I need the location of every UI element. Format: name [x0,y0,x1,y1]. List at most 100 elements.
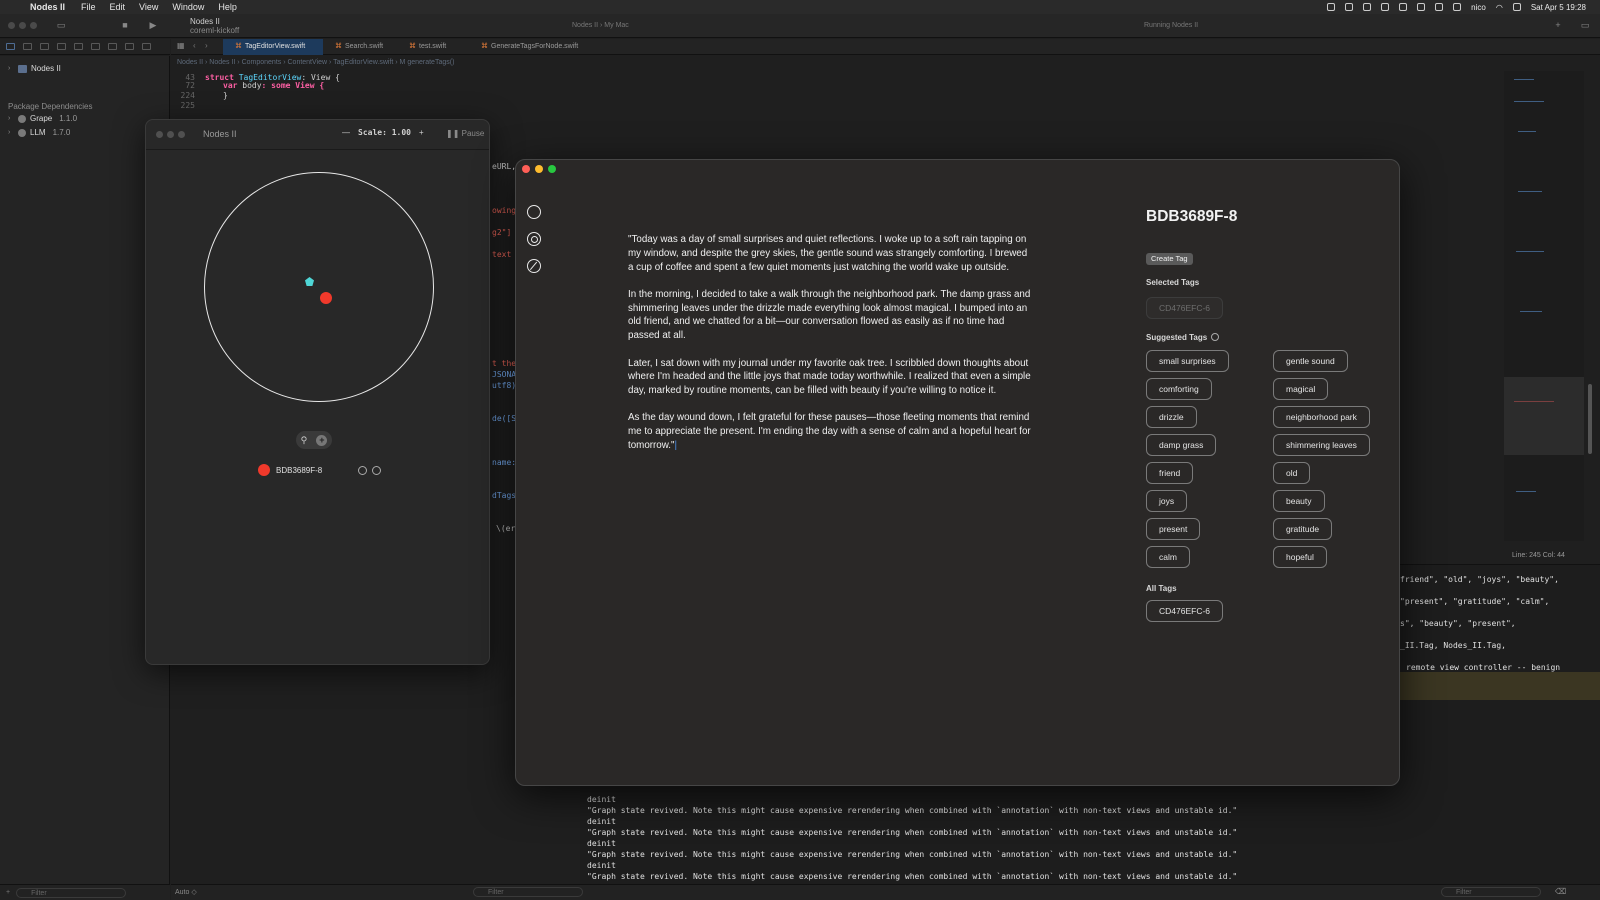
suggested-tag-chip[interactable]: present [1146,518,1201,540]
zoom-button[interactable] [178,131,185,138]
all-tag-chip[interactable]: CD476EFC-6 [1146,600,1224,622]
chevron-right-icon[interactable]: › [8,65,14,72]
suggested-tag-chip[interactable]: beauty [1273,490,1325,512]
chevron-right-icon[interactable]: › [8,129,14,136]
source-control-icon[interactable] [23,43,32,50]
zoom-in-button[interactable]: + [419,128,424,137]
menu-help[interactable]: Help [218,2,237,12]
menu-edit[interactable]: Edit [110,2,126,12]
suggested-tag-chip[interactable]: magical [1273,378,1329,400]
stop-icon[interactable]: ■ [120,20,130,30]
graph-boundary-circle[interactable] [204,172,434,402]
tab-test[interactable]: ⌘ test.swift [397,39,461,55]
zoom-button[interactable] [30,22,37,29]
report-icon[interactable] [142,43,151,50]
close-button[interactable] [8,22,15,29]
close-button[interactable] [522,165,530,173]
tab-generatetags[interactable]: ⌘ GenerateTagsForNode.swift [469,39,599,55]
suggested-tag-chip[interactable]: joys [1146,490,1188,512]
control-center-icon[interactable] [1512,3,1521,11]
circle-icon[interactable] [527,205,541,219]
run-destination[interactable]: Nodes II › My Mac [572,22,629,29]
wifi-icon[interactable]: ◠ [1496,3,1503,12]
user-name[interactable]: nico [1471,3,1486,12]
sidebar-toggle-icon[interactable]: ▭ [56,20,66,30]
create-tag-button[interactable]: Create Tag [1146,253,1193,265]
suggested-tag-chip[interactable]: calm [1146,546,1190,568]
suggested-tag-chip[interactable]: hopeful [1273,546,1327,568]
run-icon[interactable]: ▶ [148,20,158,30]
editor-scrollbar[interactable] [1588,384,1592,454]
navigator-filter-input[interactable]: Filter [16,887,127,898]
minimap-viewport[interactable] [1504,377,1584,455]
suggested-tag-chip[interactable]: neighborhood park [1273,406,1370,428]
tab-search[interactable]: ⌘ Search.swift [323,39,397,55]
menu-view[interactable]: View [139,2,158,12]
test-icon[interactable] [91,43,100,50]
minimap[interactable] [1504,71,1584,541]
menubar-clock[interactable]: Sat Apr 5 19:28 [1531,3,1586,12]
issue-icon[interactable] [74,43,83,50]
package-row-llm[interactable]: › LLM 1.7.0 [8,128,70,137]
target-icon[interactable] [527,232,541,246]
pause-button[interactable]: ❚❚ Pause [446,129,484,138]
search-icon[interactable]: ⚲ [301,435,308,446]
chevron-right-icon[interactable]: › [8,115,14,122]
close-button[interactable] [156,131,163,138]
info-icon[interactable] [1211,333,1220,341]
back-icon[interactable]: ‹ [193,41,196,50]
target-icon[interactable] [358,465,368,475]
inspector-toggle-icon[interactable]: ▭ [1580,20,1590,30]
status-icon-4[interactable] [1399,3,1408,11]
breakpoint-icon[interactable] [125,43,134,50]
minus-circle-icon[interactable] [372,465,382,475]
find-icon[interactable] [57,43,66,50]
minimize-button[interactable] [19,22,26,29]
debug-icon[interactable] [108,43,117,50]
zoom-out-button[interactable]: — [342,128,350,137]
suggested-tag-chip[interactable]: comforting [1146,378,1212,400]
suggested-tag-chip[interactable]: shimmering leaves [1273,434,1370,456]
scheme-selector[interactable]: Nodes II coreml-kickoff [190,17,239,35]
slash-circle-icon[interactable] [527,259,541,273]
display-icon[interactable] [1363,3,1372,11]
suggested-tag-chip[interactable]: old [1273,462,1311,484]
play-icon[interactable] [1435,3,1444,11]
suggested-tag-chip[interactable]: gratitude [1273,518,1333,540]
zoom-button[interactable] [548,165,556,173]
forward-icon[interactable]: › [205,41,208,50]
suggested-tag-chip[interactable]: damp grass [1146,434,1217,456]
selected-tag-chip[interactable]: CD476EFC-6 [1146,297,1224,319]
journal-text-editor[interactable]: "Today was a day of small surprises and … [628,233,1033,466]
console-filter-input[interactable]: Filter [1441,887,1541,897]
suggested-tag-chip[interactable]: friend [1146,462,1194,484]
suggested-tag-chip[interactable]: gentle sound [1273,350,1348,372]
status-icon-1[interactable] [1327,3,1336,11]
bookmark-icon[interactable] [40,43,49,50]
suggested-tag-chip[interactable]: small surprises [1146,350,1229,372]
jump-bar[interactable]: Nodes II › Nodes II › Components › Conte… [171,56,1600,70]
clock-icon[interactable] [1417,3,1426,11]
add-node-button[interactable]: + [316,434,328,446]
package-row-grape[interactable]: › Grape 1.1.0 [8,114,77,123]
journal-node[interactable] [320,292,332,304]
minimize-button[interactable] [167,131,174,138]
menu-window[interactable]: Window [172,2,204,12]
suggested-tag-chip[interactable]: drizzle [1146,406,1197,428]
variables-filter-input[interactable]: Filter [473,887,583,897]
navigator-project-row[interactable]: › Nodes II [8,64,61,73]
variables-scope-selector[interactable]: Auto ◇ [175,888,197,896]
minimize-button[interactable] [535,165,543,173]
status-icon-2[interactable] [1345,3,1354,11]
add-icon[interactable]: + [1553,20,1563,30]
menu-file[interactable]: File [81,2,96,12]
grid-icon[interactable]: ▦ [177,41,185,50]
menu-app-name[interactable]: Nodes II [30,2,65,12]
trash-icon[interactable]: ⌫ [1555,887,1566,896]
project-navigator-icon[interactable] [6,43,15,50]
battery-icon[interactable] [1453,3,1462,11]
tab-tageditorview[interactable]: ⌘ TagEditorView.swift [223,39,323,55]
node-list-item[interactable]: BDB3689F-8 [258,464,382,476]
add-file-icon[interactable]: + [6,889,10,896]
status-icon-3[interactable] [1381,3,1390,11]
